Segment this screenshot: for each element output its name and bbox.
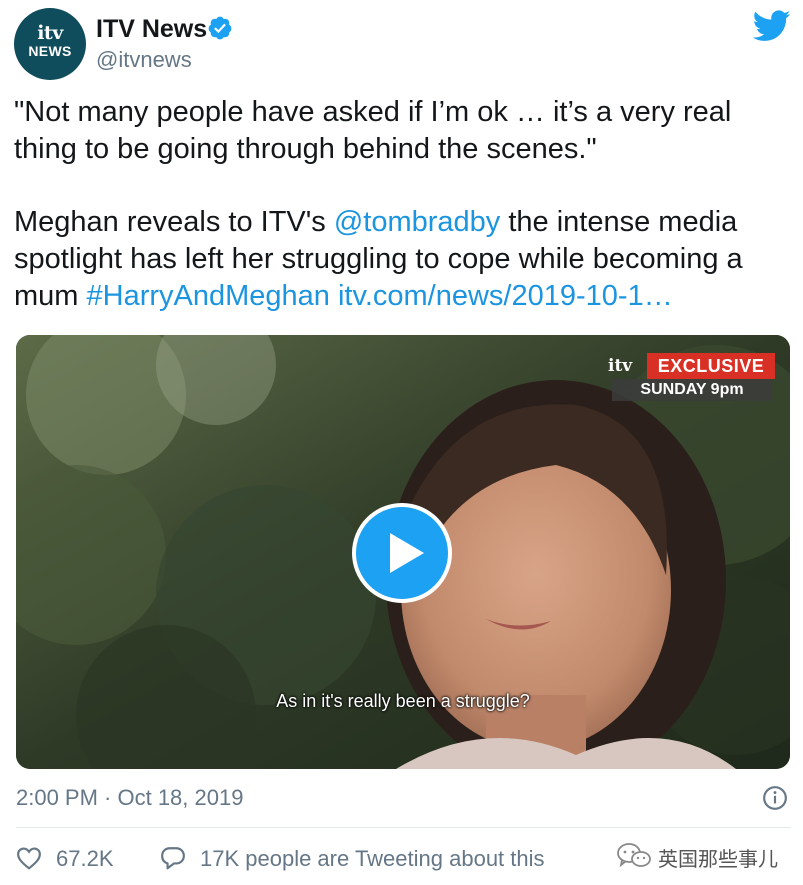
tweet-timestamp[interactable]: 2:00 PM · Oct 18, 2019 bbox=[16, 785, 243, 811]
wechat-icon bbox=[617, 843, 651, 868]
like-count[interactable]: 67.2K bbox=[56, 846, 114, 872]
reply-bubble-icon[interactable] bbox=[160, 846, 186, 870]
info-icon[interactable] bbox=[762, 785, 788, 811]
avatar[interactable]: itv NEWS bbox=[14, 8, 86, 80]
tweet-body: Meghan reveals to ITV's @tombradby the i… bbox=[14, 204, 794, 315]
tweeting-about-link[interactable]: 17K people are Tweeting about this bbox=[200, 846, 545, 872]
mention-link[interactable]: @tombradby bbox=[334, 206, 500, 238]
heart-icon[interactable] bbox=[16, 846, 42, 870]
account-name[interactable]: ITV News bbox=[96, 15, 207, 44]
badge-schedule: SUNDAY 9pm bbox=[612, 379, 772, 401]
account-handle[interactable]: @itvnews bbox=[96, 47, 192, 73]
divider bbox=[16, 827, 791, 828]
play-icon bbox=[390, 533, 424, 573]
badge-label: EXCLUSIVE bbox=[647, 353, 775, 379]
video-player[interactable]: itv EXCLUSIVE SUNDAY 9pm As in it's real… bbox=[16, 335, 790, 769]
watermark-text: 英国那些事儿 bbox=[658, 847, 778, 871]
tweet-quote: "Not many people have asked if I’m ok … … bbox=[14, 96, 732, 165]
verified-badge-icon bbox=[208, 16, 232, 40]
twitter-bird-icon[interactable] bbox=[753, 10, 791, 42]
url-link[interactable]: itv.com/news/2019-10-1… bbox=[338, 280, 673, 312]
tweet-body-pre: Meghan reveals to ITV's bbox=[14, 206, 334, 238]
video-subtitle: As in it's really been a struggle? bbox=[276, 691, 530, 711]
play-button[interactable] bbox=[352, 503, 452, 603]
avatar-news-label: NEWS bbox=[28, 43, 72, 59]
badge-top-row: itv EXCLUSIVE bbox=[602, 353, 775, 379]
tweet-text: "Not many people have asked if I’m ok … … bbox=[14, 94, 794, 315]
badge-brand: itv bbox=[608, 356, 633, 376]
avatar-logo: itv bbox=[37, 22, 63, 44]
exclusive-badge: itv EXCLUSIVE SUNDAY 9pm bbox=[602, 353, 775, 401]
hashtag-link[interactable]: #HarryAndMeghan bbox=[87, 280, 330, 312]
